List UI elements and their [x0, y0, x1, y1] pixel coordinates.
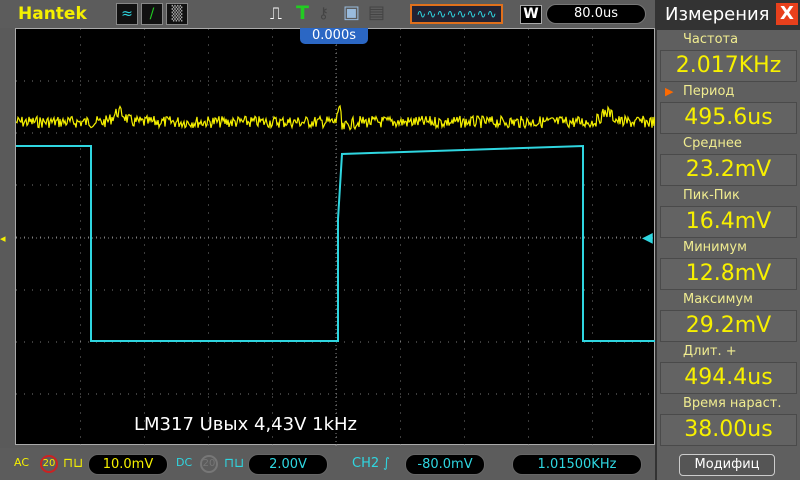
measurement-label[interactable]: Время нараст. — [657, 394, 800, 414]
measurement-name: Среднее — [683, 136, 742, 151]
ch1-scale[interactable]: 10.0mV — [88, 454, 168, 475]
trigger-icon[interactable]: T — [296, 2, 309, 24]
ch2-bw-limit[interactable]: 20 — [200, 455, 218, 473]
measurement-value: 23.2mV — [660, 154, 797, 186]
save-icon[interactable]: ▣ — [343, 2, 360, 23]
timebase-display[interactable]: 80.0us — [546, 4, 646, 24]
modify-button[interactable]: Модифиц — [679, 454, 775, 476]
measurement-name: Минимум — [683, 240, 747, 255]
close-icon[interactable]: X — [776, 3, 798, 25]
measurement-value: 16.4mV — [660, 206, 797, 238]
ch2-coupling[interactable]: DC — [176, 456, 192, 469]
measurement-name: Частота — [683, 32, 739, 47]
ch1-marker[interactable]: ◂ — [0, 232, 6, 245]
brand-logo: Hantek — [18, 4, 87, 24]
measurement-value: 29.2mV — [660, 310, 797, 342]
selected-arrow-icon: ▶ — [665, 85, 674, 98]
measurement-value: 12.8mV — [660, 258, 797, 290]
grid-dots — [16, 29, 649, 446]
pulse-icon[interactable]: ⎍ — [270, 4, 282, 24]
measurements-panel: Измерения X Частота 2.017KHz ▶ Период 495.6u… — [655, 0, 800, 480]
waveform-plot — [16, 29, 656, 446]
mode-indicator[interactable]: W — [520, 5, 542, 24]
measurement-label[interactable]: Частота — [657, 30, 800, 50]
measurement-label[interactable]: Минимум — [657, 238, 800, 258]
trigger-position-marker[interactable]: 0.000s — [300, 28, 368, 44]
channels-icon[interactable]: ≈ — [116, 3, 138, 25]
trigger-source[interactable]: CH2 — [352, 456, 379, 471]
top-toolbar: Hantek ≈ / ▒ ⎍ T ⚷ ▣ ▤ ∿∿∿∿∿∿∿∿ W 80.0us — [0, 0, 655, 28]
status-bar: AC 20 ⊓⊔ 10.0mV DC 20 ⊓⊔ 2.00V CH2 ∫ -80… — [0, 448, 655, 480]
ch1-invert-icon: ⊓⊔ — [63, 456, 84, 471]
ch1-bw-limit[interactable]: 20 — [40, 455, 58, 473]
key-icon: ⚷ — [318, 4, 329, 22]
trigger-level-marker[interactable]: ◀ — [642, 230, 653, 246]
ch1-coupling[interactable]: AC — [14, 456, 29, 469]
ch2-invert-icon: ⊓⊔ — [224, 456, 245, 471]
measurement-value: 494.4us — [660, 362, 797, 394]
measurement-label[interactable]: ▶ Период — [657, 82, 800, 102]
measurement-name: Время нараст. — [683, 396, 782, 411]
waveform-display[interactable] — [15, 28, 656, 446]
measurement-name: Период — [683, 84, 735, 99]
measurement-name: Максимум — [683, 292, 753, 307]
rising-edge-icon: ∫ — [383, 456, 390, 471]
print-icon: ▤ — [368, 2, 386, 23]
measurement-value: 2.017KHz — [660, 50, 797, 82]
measurement-label[interactable]: Среднее — [657, 134, 800, 154]
measurement-label[interactable]: Максимум — [657, 290, 800, 310]
measurement-value: 495.6us — [660, 102, 797, 134]
persistence-icon[interactable]: ▒ — [166, 3, 188, 25]
trigger-level[interactable]: -80.0mV — [405, 454, 485, 475]
measurement-label[interactable]: Длит. + — [657, 342, 800, 362]
measurement-name: Пик-Пик — [683, 188, 740, 203]
panel-title: Измерения — [665, 4, 770, 25]
panel-header: Измерения X — [657, 0, 800, 30]
measurement-value: 38.00us — [660, 414, 797, 446]
math-icon[interactable]: / — [141, 3, 163, 25]
waveform-overview[interactable]: ∿∿∿∿∿∿∿∿ — [410, 4, 503, 24]
measurement-name: Длит. + — [683, 344, 737, 359]
waveform-caption: LM317 Uвых 4,43V 1kHz — [134, 414, 357, 435]
ch2-scale[interactable]: 2.00V — [248, 454, 328, 475]
ch2-trace — [16, 144, 656, 342]
measurement-label[interactable]: Пик-Пик — [657, 186, 800, 206]
frequency-counter: 1.01500KHz — [512, 454, 642, 475]
